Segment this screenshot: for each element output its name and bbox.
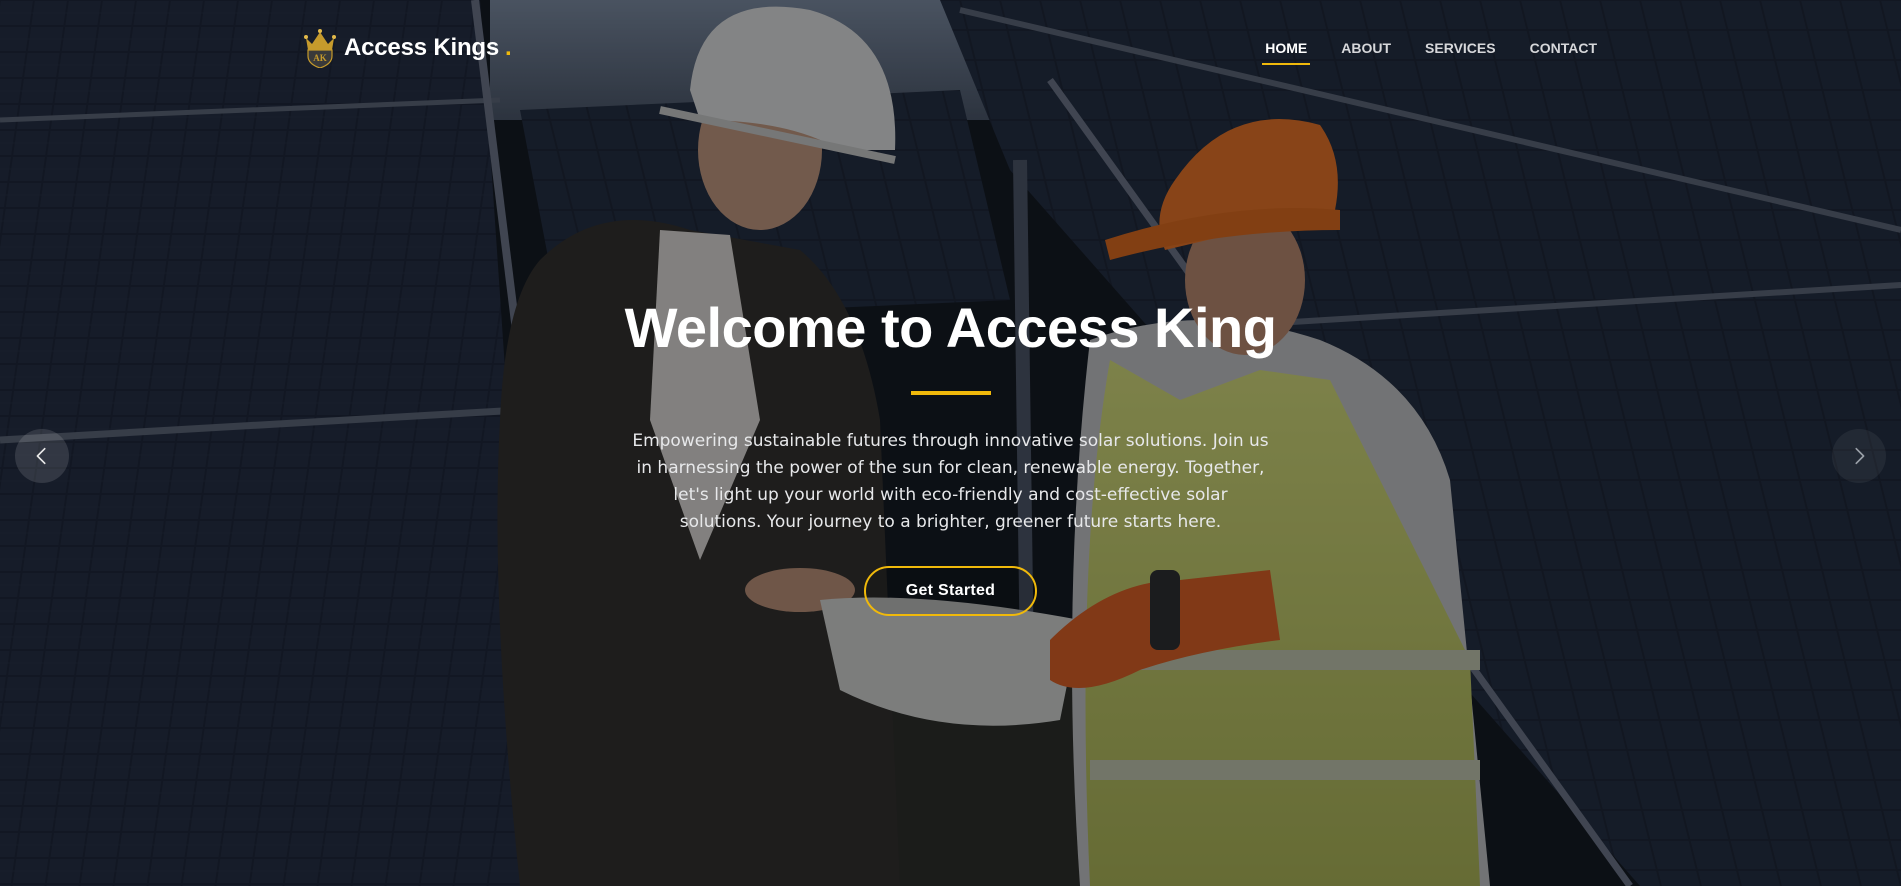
hero-content: Welcome to Access King Empowering sustai… (0, 290, 1901, 616)
carousel-prev-button[interactable] (15, 429, 69, 483)
brand-name: Access Kings (344, 34, 500, 61)
hero-description: Empowering sustainable futures through i… (632, 431, 1269, 532)
main-nav: HOME ABOUT SERVICES CONTACT (1231, 40, 1597, 66)
brand-dot: . (505, 34, 512, 61)
carousel-next-button[interactable] (1832, 429, 1886, 483)
nav-contact[interactable]: CONTACT (1530, 40, 1597, 66)
nav-about[interactable]: ABOUT (1341, 40, 1391, 66)
title-divider (910, 391, 991, 395)
get-started-button[interactable]: Get Started (863, 566, 1038, 616)
nav-services[interactable]: SERVICES (1425, 40, 1496, 66)
chevron-left-icon (36, 447, 46, 465)
svg-text:AK: AK (313, 53, 327, 63)
chevron-right-icon (1855, 447, 1865, 465)
nav-home[interactable]: HOME (1262, 40, 1311, 66)
hero-title: Welcome to Access King (624, 296, 1277, 359)
hero-section: AK Access Kings. HOME ABOUT SERVICES CON… (0, 0, 1901, 886)
crown-shield-icon: AK (304, 29, 336, 68)
brand-logo[interactable]: AK Access Kings. (302, 28, 512, 68)
site-header: AK Access Kings. HOME ABOUT SERVICES CON… (0, 0, 1901, 100)
